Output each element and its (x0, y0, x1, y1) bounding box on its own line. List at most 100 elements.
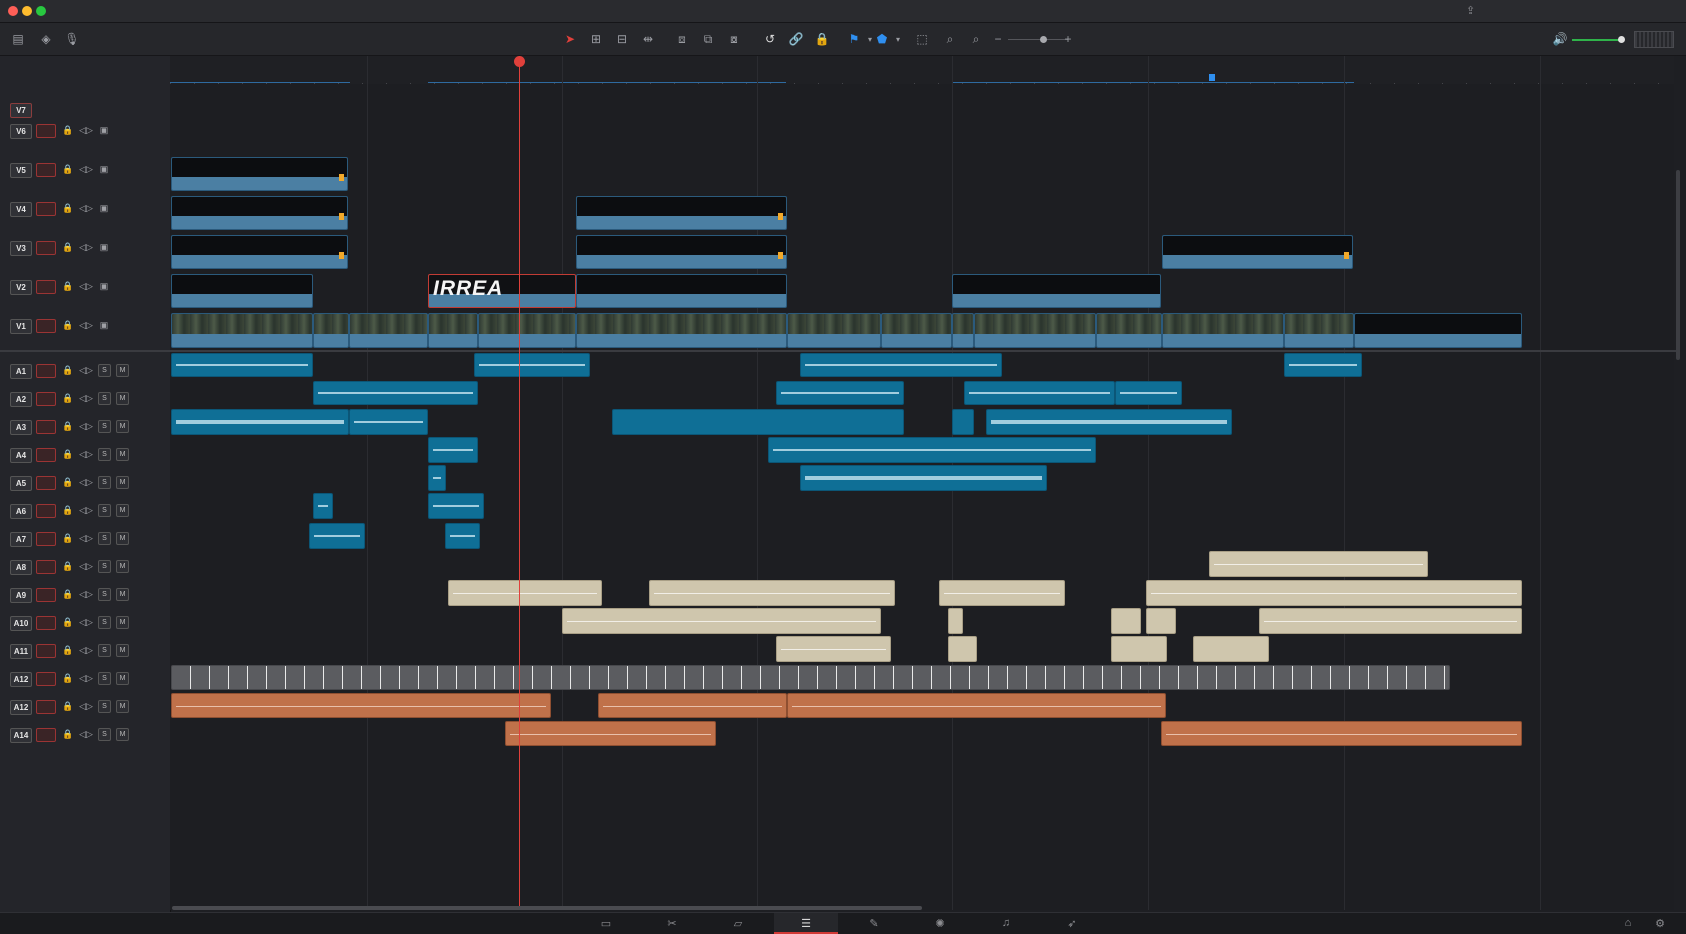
volume-slider[interactable] (1572, 39, 1622, 41)
audio-clip[interactable] (776, 381, 904, 405)
timecode-ruler[interactable] (170, 56, 1674, 85)
audio-clip[interactable] (474, 353, 590, 377)
record-button[interactable] (36, 476, 56, 490)
audio-clip[interactable] (800, 465, 1047, 491)
linked-selection-icon[interactable]: 🔗 (788, 31, 804, 47)
music-clip[interactable] (1209, 551, 1428, 577)
auto-select-icon[interactable]: ◁▷ (79, 504, 93, 516)
auto-select-icon[interactable]: ◁▷ (79, 280, 93, 292)
zoom-slider-handle[interactable] (1040, 36, 1047, 43)
track-header-a10[interactable]: A10 🔒 ◁▷ S M (0, 609, 170, 637)
lock-icon[interactable]: 🔒 (62, 644, 74, 656)
video-clip[interactable] (787, 313, 881, 348)
audio-clip[interactable] (1284, 353, 1362, 377)
lock-icon[interactable]: 🔒 (62, 476, 74, 488)
track-header-a11[interactable]: A11 🔒 ◁▷ S M (0, 637, 170, 665)
lock-icon[interactable]: 🔒 (62, 392, 74, 404)
lock-icon[interactable]: 🔒 (62, 241, 74, 253)
position-lock-icon[interactable]: 🔒 (814, 31, 830, 47)
mute-button[interactable]: M (116, 532, 129, 545)
music-clip[interactable] (776, 636, 891, 662)
solo-button[interactable]: S (98, 364, 111, 377)
solo-button[interactable]: S (98, 616, 111, 629)
sfx-clip[interactable] (505, 721, 716, 746)
auto-select-icon[interactable]: ◁▷ (79, 241, 93, 253)
solo-button[interactable]: S (98, 532, 111, 545)
auto-select-icon[interactable]: ◁▷ (79, 728, 93, 740)
zoom-window-button[interactable] (36, 6, 46, 16)
auto-select-icon[interactable]: ◁▷ (79, 364, 93, 376)
disable-track-icon[interactable]: ▣ (98, 241, 110, 253)
video-clip[interactable] (171, 157, 348, 191)
track-header-v6[interactable]: V6 🔒 ◁▷ ▣ (0, 117, 170, 145)
title-clip[interactable]: IRREA (428, 274, 576, 308)
share-icon[interactable]: ⇪ (1466, 4, 1480, 18)
zoom-in-button[interactable]: + (1060, 31, 1076, 47)
record-button[interactable] (36, 420, 56, 434)
mute-button[interactable]: M (116, 364, 129, 377)
solo-button[interactable]: S (98, 420, 111, 433)
auto-select-icon[interactable]: ◁▷ (79, 448, 93, 460)
video-clip[interactable] (576, 196, 787, 230)
auto-select-icon[interactable]: ◁▷ (79, 700, 93, 712)
audio-clip[interactable] (428, 493, 484, 519)
solo-button[interactable]: S (98, 392, 111, 405)
mute-button[interactable]: M (116, 616, 129, 629)
track-header-v4[interactable]: V4 🔒 ◁▷ ▣ (0, 195, 170, 223)
video-clip[interactable] (881, 313, 952, 348)
record-button[interactable] (36, 202, 56, 216)
music-page-icon[interactable]: ♫ (998, 916, 1014, 930)
playhead[interactable] (519, 56, 520, 910)
replace-icon[interactable]: ⧇ (726, 31, 742, 47)
solo-button[interactable]: S (98, 672, 111, 685)
audio-clip[interactable] (171, 409, 349, 435)
audio-clip[interactable] (313, 381, 478, 405)
track-header-v2[interactable]: V2 🔒 ◁▷ ▣ (0, 273, 170, 301)
record-button[interactable] (36, 588, 56, 602)
video-clip[interactable] (576, 313, 787, 348)
video-clip[interactable] (576, 235, 787, 269)
zoom-full-icon[interactable]: ⬚ (914, 31, 930, 47)
disable-track-icon[interactable]: ▣ (98, 319, 110, 331)
disable-track-icon[interactable]: ▣ (98, 202, 110, 214)
sfx-clip[interactable] (171, 693, 551, 718)
track-header-a4[interactable]: A4 🔒 ◁▷ S M (0, 441, 170, 469)
record-button[interactable] (36, 364, 56, 378)
auto-select-icon[interactable]: ◁▷ (79, 532, 93, 544)
mute-button[interactable]: M (116, 672, 129, 685)
timeline-marker-icon[interactable] (1209, 74, 1215, 81)
solo-button[interactable]: S (98, 588, 111, 601)
auto-select-icon[interactable]: ◁▷ (79, 124, 93, 136)
vertical-scrollbar[interactable] (1676, 170, 1680, 360)
video-clip[interactable] (171, 274, 313, 308)
settings-icon[interactable]: ⚙ (1652, 916, 1668, 930)
music-clip[interactable] (1146, 580, 1522, 606)
audio-clip[interactable] (428, 465, 446, 491)
disable-track-icon[interactable]: ▣ (98, 124, 110, 136)
volume-slider-handle[interactable] (1618, 36, 1625, 43)
lock-icon[interactable]: 🔒 (62, 672, 74, 684)
record-button[interactable] (36, 392, 56, 406)
audio-clip-grey[interactable] (171, 665, 1450, 690)
lock-icon[interactable]: 🔒 (62, 560, 74, 572)
mute-button[interactable]: M (116, 588, 129, 601)
record-button[interactable] (36, 448, 56, 462)
music-clip[interactable] (448, 580, 602, 606)
lock-icon[interactable]: 🔒 (62, 420, 74, 432)
track-header-a1[interactable]: A1 🔒 ◁▷ S M (0, 357, 170, 385)
track-header-v5[interactable]: V5 🔒 ◁▷ ▣ (0, 156, 170, 184)
horizontal-scrollbar[interactable] (172, 906, 922, 910)
audio-clip[interactable] (349, 409, 428, 435)
audio-clip[interactable] (313, 493, 333, 519)
record-button[interactable] (36, 241, 56, 255)
record-button[interactable] (36, 504, 56, 518)
lock-icon[interactable]: 🔒 (62, 364, 74, 376)
marker-dropdown-icon[interactable]: ▾ (890, 31, 906, 47)
music-clip[interactable] (948, 636, 977, 662)
track-header-a3[interactable]: A3 🔒 ◁▷ S M (0, 413, 170, 441)
audio-clip[interactable] (964, 381, 1115, 405)
dynamic-trim-icon[interactable]: ⇹ (640, 31, 656, 47)
audio-clip[interactable] (445, 523, 480, 549)
auto-select-icon[interactable]: ◁▷ (79, 392, 93, 404)
solo-button[interactable]: S (98, 728, 111, 741)
